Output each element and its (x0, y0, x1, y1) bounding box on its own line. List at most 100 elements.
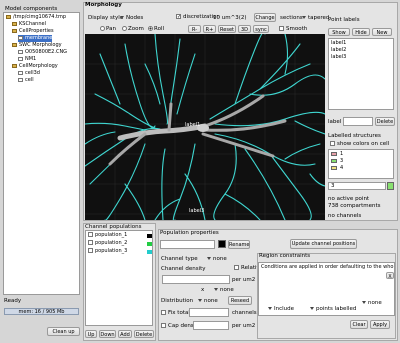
morphology-canvas[interactable]: label1 label3 (85, 34, 325, 220)
structure-input[interactable]: 3 (328, 182, 386, 190)
tree-item[interactable]: /tmp/cimg10674.tmp (6, 14, 66, 21)
view-3d-button[interactable]: 3D (238, 25, 251, 33)
cleanup-button[interactable]: Clean up (47, 327, 80, 336)
display-style-value: Nodes (126, 15, 144, 21)
rotate-minus-button[interactable]: R- (188, 25, 201, 33)
region-none-select[interactable]: none (362, 300, 382, 306)
component-tree[interactable]: /tmp/cimg10674.tmp KSChannel CellPropertie… (3, 12, 80, 295)
tree-item-label: CellMorphology (19, 63, 58, 69)
checkbox-icon (279, 26, 284, 31)
change-button[interactable]: Change (254, 13, 276, 22)
mode-pan[interactable]: Pan (100, 26, 116, 32)
population-item-2[interactable]: population_2 (88, 240, 127, 247)
document-icon (18, 70, 23, 75)
reseed-button[interactable]: Reseed (228, 296, 252, 305)
structure-label: 3 (340, 158, 344, 164)
populations-list[interactable]: population_1 population_2 population_3 (85, 230, 153, 326)
update-channel-positions-button[interactable]: Update channel positions (290, 239, 357, 249)
population-item-1[interactable]: population_1 (88, 232, 127, 239)
labelled-structures-title: Labelled structures (328, 133, 381, 139)
checkbox-icon (330, 141, 335, 146)
x-select[interactable]: none (214, 287, 234, 293)
dropdown-arrow-icon (120, 16, 124, 19)
display-style-select[interactable]: Nodes (120, 15, 143, 21)
tree-item[interactable]: SWC Morphology (12, 42, 62, 49)
tapered-value: tapered (308, 15, 330, 21)
clear-button[interactable]: Clear (350, 320, 368, 329)
dropdown-arrow-icon (214, 288, 218, 291)
population-color-button[interactable] (218, 240, 226, 248)
label-name-input[interactable] (343, 117, 373, 126)
fix-total-checkbox[interactable]: Fix total (161, 310, 190, 316)
tree-item[interactable]: cell (18, 77, 34, 84)
distribution-value: none (204, 298, 218, 304)
labels-list[interactable]: label1 label2 label3 (328, 38, 394, 110)
tree-item-label: KSChannel (19, 21, 46, 27)
population-item-3[interactable]: population_3 (88, 248, 127, 255)
checkbox-icon (161, 310, 166, 315)
structure-item-4[interactable]: 4 (331, 165, 343, 172)
label-field-prefix: label (328, 119, 342, 125)
mode-zoom[interactable]: Zoom (122, 26, 144, 32)
structures-list[interactable]: 1 3 4 (328, 149, 394, 179)
document-icon (18, 35, 23, 40)
points-labelled-select[interactable]: points labelled (310, 306, 356, 312)
delete-population-button[interactable]: Delete (134, 330, 154, 338)
canvas-label-3: label3 (189, 208, 205, 214)
mode-zoom-label: Zoom (128, 26, 144, 32)
smooth-checkbox[interactable]: Smooth (279, 26, 307, 32)
tapered-select[interactable]: tapered (302, 15, 329, 21)
active-point-status: no active point (328, 196, 370, 202)
cap-density-input[interactable] (193, 321, 229, 330)
reset-button[interactable]: Reset (218, 25, 236, 33)
rotate-plus-button[interactable]: R+ (203, 25, 216, 33)
channel-density-input[interactable] (162, 275, 230, 284)
rename-button[interactable]: Rename (228, 240, 250, 249)
close-constraint-button[interactable]: X (386, 272, 394, 280)
tree-item[interactable]: CellMorphology (12, 63, 58, 70)
include-select[interactable]: Include (268, 306, 294, 312)
checkbox-icon (88, 248, 93, 253)
tree-item[interactable]: cell3d (18, 70, 40, 77)
folder-icon (6, 14, 11, 19)
up-button[interactable]: Up (85, 330, 97, 338)
channel-type-select[interactable]: none (207, 256, 227, 262)
structure-item-1[interactable]: 1 (331, 151, 343, 158)
fix-total-input[interactable] (189, 308, 229, 317)
sync-button[interactable]: sync (253, 25, 269, 33)
tree-item[interactable]: KSChannel (12, 21, 46, 28)
show-colors-checkbox[interactable]: show colors on cell (330, 141, 389, 147)
down-button[interactable]: Down (99, 330, 116, 338)
delete-label-button[interactable]: Delete (375, 117, 395, 126)
include-value: Include (274, 306, 295, 312)
structure-color-button[interactable] (387, 182, 394, 190)
list-item[interactable]: label2 (331, 47, 346, 54)
color-swatch (331, 159, 337, 163)
memory-bar: mem: 16 / 905 Mb (4, 308, 79, 315)
population-name-input[interactable] (160, 240, 215, 249)
channel-type-value: none (213, 256, 227, 262)
checkbox-icon (88, 232, 93, 237)
tree-item[interactable]: membrane (18, 35, 53, 42)
color-swatch (331, 152, 337, 156)
tree-item[interactable]: O050800E2.CNG (18, 49, 67, 56)
list-item[interactable]: label3 (331, 54, 346, 61)
distribution-select[interactable]: none (198, 298, 218, 304)
hide-button[interactable]: Hide (352, 28, 370, 36)
structure-label: 1 (340, 151, 344, 157)
tree-item[interactable]: NM1 (18, 56, 36, 63)
structure-item-3[interactable]: 3 (331, 158, 343, 165)
tree-item[interactable]: CellProperties (12, 28, 54, 35)
apply-button[interactable]: Apply (370, 320, 390, 329)
new-button[interactable]: New (372, 28, 392, 36)
mode-roll[interactable]: Roll (148, 26, 164, 32)
dropdown-arrow-icon (310, 307, 314, 310)
list-item[interactable]: label1 (331, 40, 346, 47)
dropdown-arrow-icon (268, 307, 272, 310)
smooth-label: Smooth (286, 26, 308, 32)
show-all-button[interactable]: Show all (328, 28, 350, 44)
morphology-title: Morphology (85, 2, 122, 8)
folder-icon (12, 28, 17, 33)
add-button[interactable]: Add (118, 330, 132, 338)
sections-label: sections (280, 15, 303, 21)
